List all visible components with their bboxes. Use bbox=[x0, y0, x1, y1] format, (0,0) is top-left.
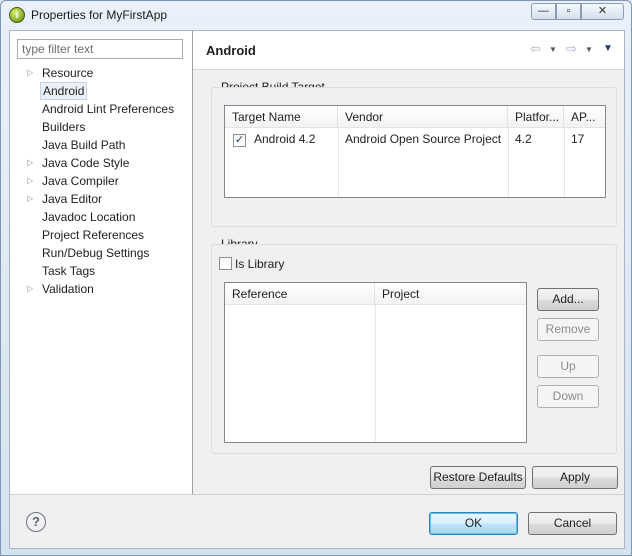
category-tree: ▷ Resource Android Android Lint Preferences… bbox=[10, 64, 192, 298]
expand-arrow-icon[interactable]: ▷ bbox=[27, 190, 35, 208]
build-target-table[interactable]: Target Name Vendor Platfor... AP... ✓ An… bbox=[224, 105, 606, 198]
add-library-button[interactable]: Add... bbox=[537, 288, 599, 311]
filter-input[interactable] bbox=[17, 39, 183, 59]
tree-item-label: Android bbox=[40, 82, 88, 100]
window-title: Properties for MyFirstApp bbox=[31, 8, 168, 22]
is-library-checkbox[interactable] bbox=[219, 257, 232, 270]
column-reference[interactable]: Reference bbox=[225, 283, 375, 305]
cancel-button[interactable]: Cancel bbox=[528, 512, 617, 535]
page-title: Android bbox=[206, 43, 256, 58]
tree-item-label: Validation bbox=[42, 282, 94, 296]
tree-item[interactable]: ▷ Validation bbox=[10, 280, 192, 298]
expand-arrow-icon[interactable]: ▷ bbox=[27, 154, 35, 172]
tree-item-label: Java Compiler bbox=[42, 174, 119, 188]
forward-dropdown-icon[interactable]: ▼ bbox=[585, 45, 593, 54]
forward-arrow-icon[interactable]: ⇨ bbox=[566, 41, 577, 57]
target-name-cell: Android 4.2 bbox=[254, 132, 316, 146]
apply-button[interactable]: Apply bbox=[532, 466, 618, 489]
up-button[interactable]: Up bbox=[537, 355, 599, 378]
api-cell: 17 bbox=[571, 132, 585, 146]
help-icon[interactable]: ? bbox=[26, 512, 46, 532]
column-vendor[interactable]: Vendor bbox=[338, 106, 508, 128]
back-arrow-icon[interactable]: ⇦ bbox=[530, 41, 541, 57]
down-button[interactable]: Down bbox=[537, 385, 599, 408]
properties-window: i Properties for MyFirstApp — ▫ ✕ ▷ Resou… bbox=[0, 0, 632, 556]
tree-item[interactable]: Builders bbox=[10, 118, 192, 136]
is-library-label[interactable]: Is Library bbox=[235, 257, 284, 271]
tree-item[interactable]: Run/Debug Settings bbox=[10, 244, 192, 262]
ok-button[interactable]: OK bbox=[429, 512, 518, 535]
title-bar: i Properties for MyFirstApp — ▫ ✕ bbox=[1, 1, 631, 29]
tree-item-label: Java Editor bbox=[42, 192, 103, 206]
tree-item-label: Java Build Path bbox=[42, 138, 126, 152]
tree-item-label: Task Tags bbox=[42, 264, 96, 278]
page-header: Android ⇦ ▼ ⇨ ▼ ▼ bbox=[193, 31, 624, 70]
view-menu-icon[interactable]: ▼ bbox=[603, 43, 613, 54]
column-project[interactable]: Project bbox=[375, 283, 526, 305]
property-page: Android ⇦ ▼ ⇨ ▼ ▼ Project Build Target T… bbox=[193, 31, 624, 494]
minimize-button[interactable]: — bbox=[531, 3, 556, 20]
tree-item[interactable]: Project References bbox=[10, 226, 192, 244]
tree-item-label: Builders bbox=[42, 120, 86, 134]
column-target-name[interactable]: Target Name bbox=[225, 106, 338, 128]
maximize-button[interactable]: ▫ bbox=[556, 3, 581, 20]
tree-item[interactable]: Android bbox=[10, 82, 192, 100]
tree-item[interactable]: ▷ Resource bbox=[10, 64, 192, 82]
category-panel: ▷ Resource Android Android Lint Preferences… bbox=[10, 31, 193, 494]
tree-item-label: Run/Debug Settings bbox=[42, 246, 150, 260]
dialog-button-bar: ? OK Cancel bbox=[10, 494, 624, 549]
remove-library-button[interactable]: Remove bbox=[537, 318, 599, 341]
back-dropdown-icon[interactable]: ▼ bbox=[549, 45, 557, 54]
vendor-cell: Android Open Source Project bbox=[345, 132, 502, 146]
dialog-client: ▷ Resource Android Android Lint Preferences… bbox=[9, 30, 625, 549]
tree-item-label: Project References bbox=[42, 228, 145, 242]
tree-item[interactable]: Javadoc Location bbox=[10, 208, 192, 226]
app-icon: i bbox=[9, 7, 25, 23]
column-platform[interactable]: Platfor... bbox=[508, 106, 564, 128]
tree-item-label: Javadoc Location bbox=[42, 210, 136, 224]
tree-item[interactable]: ▷ Java Code Style bbox=[10, 154, 192, 172]
tree-item-label: Java Code Style bbox=[42, 156, 130, 170]
tree-item[interactable]: ▷ Java Compiler bbox=[10, 172, 192, 190]
expand-arrow-icon[interactable]: ▷ bbox=[27, 280, 35, 298]
tree-item-label: Resource bbox=[42, 66, 94, 80]
tree-item-label: Android Lint Preferences bbox=[42, 102, 175, 116]
close-button[interactable]: ✕ bbox=[581, 3, 624, 20]
target-checkbox[interactable]: ✓ bbox=[233, 134, 246, 147]
column-api[interactable]: AP... bbox=[564, 106, 605, 128]
column-divider bbox=[375, 305, 376, 442]
tree-item[interactable]: Android Lint Preferences bbox=[10, 100, 192, 118]
platform-cell: 4.2 bbox=[515, 132, 532, 146]
tree-item[interactable]: Task Tags bbox=[10, 262, 192, 280]
tree-item[interactable]: Java Build Path bbox=[10, 136, 192, 154]
expand-arrow-icon[interactable]: ▷ bbox=[27, 64, 35, 82]
tree-item[interactable]: ▷ Java Editor bbox=[10, 190, 192, 208]
library-reference-table[interactable]: Reference Project bbox=[224, 282, 527, 443]
expand-arrow-icon[interactable]: ▷ bbox=[27, 172, 35, 190]
restore-defaults-button[interactable]: Restore Defaults bbox=[430, 466, 526, 489]
